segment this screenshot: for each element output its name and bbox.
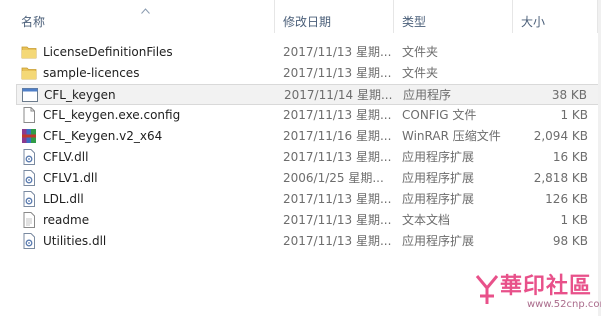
folder-icon <box>21 46 37 59</box>
file-date-modified: 2006/1/25 星期... <box>283 171 384 185</box>
file-row[interactable]: LicenseDefinitionFiles 2017/11/13 星期... 文件… <box>16 42 601 63</box>
file-name: CFLV1.dll <box>43 171 98 185</box>
file-date-modified: 2017/11/13 星期... <box>283 45 392 59</box>
dll-file-icon <box>23 233 35 249</box>
watermark-logo: 華印社區 www.52cnp.com <box>470 268 601 312</box>
file-size: 38 KB <box>551 88 587 102</box>
file-row[interactable]: CFL_Keygen.v2_x64 2017/11/16 星期... WinRAR … <box>16 126 601 147</box>
column-header-name[interactable]: 名称 <box>0 0 275 33</box>
column-header-type[interactable]: 类型 <box>394 0 513 33</box>
application-icon <box>22 88 38 102</box>
file-type: 文本文档 <box>402 213 451 227</box>
column-header-size-label: 大小 <box>521 15 546 29</box>
file-row[interactable]: CFL_keygen 2017/11/14 星期... 应用程序 38 KB <box>16 84 601 105</box>
file-date-modified: 2017/11/14 星期... <box>284 88 393 102</box>
file-row[interactable]: CFL_keygen.exe.config 2017/11/13 星期... CON… <box>16 105 601 126</box>
watermark-url: www.52cnp.com <box>527 299 601 310</box>
file-type: 文件夹 <box>402 45 439 59</box>
file-type: 应用程序扩展 <box>402 171 475 185</box>
file-name: sample-licences <box>43 66 140 80</box>
winrar-archive-icon <box>22 129 36 143</box>
file-type: 应用程序扩展 <box>402 192 475 206</box>
file-type: 文件夹 <box>402 66 439 80</box>
file-name: CFLV.dll <box>43 150 89 164</box>
file-type: CONFIG 文件 <box>402 108 477 122</box>
file-size: 1 KB <box>560 213 588 227</box>
file-date-modified: 2017/11/13 星期... <box>283 234 392 248</box>
file-row[interactable]: LDL.dll 2017/11/13 星期... 应用程序扩展 126 KB <box>16 189 601 210</box>
file-name: readme <box>43 213 90 227</box>
file-date-modified: 2017/11/13 星期... <box>283 66 392 80</box>
file-type: 应用程序 <box>403 88 452 102</box>
file-row[interactable]: sample-licences 2017/11/13 星期... 文件夹 <box>16 63 601 84</box>
file-name: CFL_keygen <box>44 88 116 102</box>
file-size: 2,818 KB <box>533 171 588 185</box>
column-header-name-label: 名称 <box>21 15 46 29</box>
file-date-modified: 2017/11/13 星期... <box>283 192 392 206</box>
file-size: 1 KB <box>560 108 588 122</box>
column-header-date-label: 修改日期 <box>283 15 332 29</box>
dll-file-icon <box>23 191 35 207</box>
column-header-bar: 名称 修改日期 类型 大小 <box>0 0 601 33</box>
file-date-modified: 2017/11/13 星期... <box>283 150 392 164</box>
file-type: WinRAR 压缩文件 <box>402 129 501 143</box>
column-header-type-label: 类型 <box>402 15 427 29</box>
file-row[interactable]: CFLV.dll 2017/11/13 星期... 应用程序扩展 16 KB <box>16 147 601 168</box>
watermark-name: 華印社區 <box>500 273 593 299</box>
column-header-date[interactable]: 修改日期 <box>275 0 394 33</box>
file-name: CFL_keygen.exe.config <box>43 108 181 122</box>
file-size: 16 KB <box>552 150 588 164</box>
dll-file-icon <box>23 149 35 165</box>
file-type: 应用程序扩展 <box>402 150 475 164</box>
sort-ascending-icon <box>141 8 150 14</box>
folder-icon <box>21 67 37 80</box>
file-size: 2,094 KB <box>533 129 588 143</box>
config-file-icon <box>23 107 35 123</box>
file-name: LicenseDefinitionFiles <box>43 45 173 59</box>
watermark-swirl-icon <box>475 275 499 304</box>
file-name: Utilities.dll <box>43 234 107 248</box>
file-date-modified: 2017/11/13 星期... <box>283 108 392 122</box>
file-date-modified: 2017/11/16 星期... <box>283 129 392 143</box>
dll-file-icon <box>23 170 35 186</box>
file-row[interactable]: Utilities.dll 2017/11/13 星期... 应用程序扩展 98 KB <box>16 231 601 252</box>
file-date-modified: 2017/11/13 星期... <box>283 213 392 227</box>
text-file-icon <box>23 212 35 228</box>
column-header-size[interactable]: 大小 <box>513 0 598 33</box>
file-size: 98 KB <box>552 234 588 248</box>
file-name: LDL.dll <box>43 192 84 206</box>
file-type: 应用程序扩展 <box>402 234 475 248</box>
file-name: CFL_Keygen.v2_x64 <box>43 129 163 143</box>
file-row[interactable]: readme 2017/11/13 星期... 文本文档 1 KB <box>16 210 601 231</box>
file-row[interactable]: CFLV1.dll 2006/1/25 星期... 应用程序扩展 2,818 KB <box>16 168 601 189</box>
file-size: 126 KB <box>545 192 588 206</box>
